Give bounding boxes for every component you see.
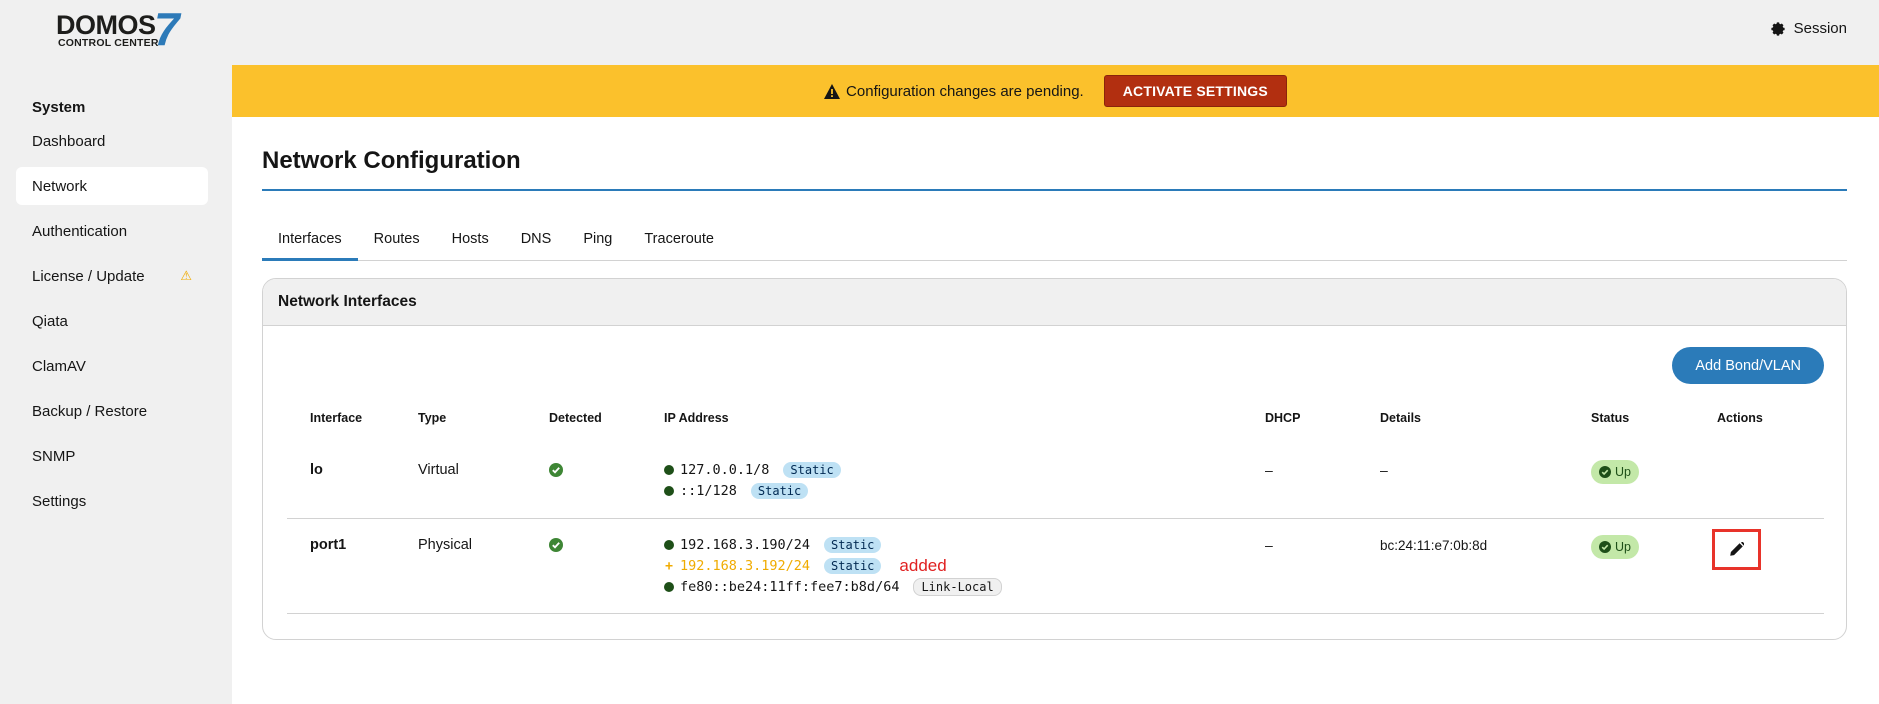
sidebar-nav: Dashboard Network Authentication License… [16, 122, 208, 527]
column-header-actions: Actions [1717, 411, 1763, 425]
details-value: – [1380, 462, 1388, 478]
gear-icon [1771, 21, 1785, 36]
activate-settings-button[interactable]: ACTIVATE SETTINGS [1103, 75, 1287, 107]
ip-address: 127.0.0.1/8 [680, 462, 770, 478]
ip-tag: Static [824, 537, 882, 553]
details-value: bc:24:11:e7:0b:8d [1380, 538, 1488, 553]
ip-address: 192.168.3.192/24 [680, 558, 811, 574]
plus-icon: + [665, 558, 673, 574]
column-header-dhcp: DHCP [1265, 411, 1301, 425]
warning-icon: ⚠ [180, 268, 192, 283]
status-dot [664, 486, 674, 496]
tab-bar: Interfaces Routes Hosts DNS Ping Tracero… [262, 225, 1847, 261]
sidebar-item-label: Settings [32, 492, 87, 510]
status-badge: Up [1591, 460, 1639, 484]
sidebar-item-settings[interactable]: Settings [16, 482, 208, 520]
ip-address: fe80::be24:11ff:fee7:b8d/64 [680, 579, 900, 595]
ip-address: 192.168.3.190/24 [680, 537, 811, 553]
add-bond-vlan-button[interactable]: Add Bond/VLAN [1672, 347, 1824, 384]
status-dot [664, 465, 674, 475]
tab-interfaces[interactable]: Interfaces [262, 225, 358, 261]
ip-tag: Static [783, 462, 841, 478]
ip-address-entry: 127.0.0.1/8 Static [664, 461, 841, 479]
tab-ping[interactable]: Ping [567, 225, 628, 261]
sidebar-item-network[interactable]: Network [16, 167, 208, 205]
status-dot [664, 540, 674, 550]
pending-changes-banner: Configuration changes are pending. ACTIV… [232, 65, 1879, 117]
column-header-interface: Interface [310, 411, 363, 425]
ip-tag: Static [750, 483, 809, 499]
warning-triangle-icon [824, 83, 841, 99]
column-header-status: Status [1591, 411, 1630, 425]
sidebar-item-label: Dashboard [32, 132, 106, 150]
sidebar-item-label: Backup / Restore [32, 402, 148, 420]
ip-tag: Link-Local [913, 578, 1002, 596]
ip-address-entry-pending: + 192.168.3.192/24 Static added [664, 556, 947, 575]
session-label: Session [1793, 20, 1847, 37]
sidebar-section-title: System [32, 99, 86, 116]
interface-name: port1 [310, 537, 347, 553]
logo-brand-part2: OS [117, 10, 157, 40]
sidebar-item-label: ClamAV [32, 357, 86, 375]
banner-text: Configuration changes are pending. [846, 82, 1084, 100]
check-circle-icon [1599, 466, 1611, 478]
card-title: Network Interfaces [263, 279, 1846, 326]
tab-traceroute[interactable]: Traceroute [628, 225, 730, 261]
check-circle-icon [549, 463, 563, 477]
title-divider [262, 189, 1847, 191]
ip-tag: Static [824, 558, 882, 574]
tab-routes[interactable]: Routes [358, 225, 436, 261]
column-header-detected: Detected [549, 411, 602, 425]
main-content: Configuration changes are pending. ACTIV… [232, 65, 1879, 704]
sidebar-item-qiata[interactable]: Qiata [16, 302, 208, 340]
sidebar-item-authentication[interactable]: Authentication [16, 212, 208, 250]
sidebar-item-dashboard[interactable]: Dashboard [16, 122, 208, 160]
added-annotation: added [899, 556, 947, 575]
ip-address-entry: 192.168.3.190/24 Static [664, 536, 882, 554]
status-badge: Up [1591, 535, 1639, 559]
status-label: Up [1615, 540, 1631, 554]
column-header-details: Details [1380, 411, 1421, 425]
sidebar-item-snmp[interactable]: SNMP [16, 437, 208, 475]
session-menu[interactable]: Session [1770, 20, 1847, 37]
row-divider [287, 613, 1824, 614]
status-label: Up [1615, 465, 1631, 479]
sidebar-item-clamav[interactable]: ClamAV [16, 347, 208, 385]
sidebar-item-backup-restore[interactable]: Backup / Restore [16, 392, 208, 430]
tab-hosts[interactable]: Hosts [436, 225, 505, 261]
column-header-ip-address: IP Address [664, 411, 729, 425]
column-header-type: Type [418, 411, 447, 425]
network-interfaces-card: Network Interfaces Add Bond/VLAN Interfa… [262, 278, 1847, 640]
interface-name: lo [310, 462, 323, 478]
page-title: Network Configuration [262, 147, 521, 174]
ip-address: ::1/128 [680, 483, 737, 499]
sidebar-item-label: Qiata [32, 312, 68, 330]
interface-type: Physical [418, 537, 472, 553]
status-dot [664, 582, 674, 592]
edit-interface-button[interactable] [1712, 529, 1761, 570]
sidebar-item-label: License / Update [32, 267, 145, 285]
check-circle-icon [1599, 541, 1611, 553]
dhcp-value: – [1265, 537, 1273, 553]
interface-type: Virtual [418, 462, 459, 478]
logo-brand-part1: DOM [56, 10, 118, 40]
dhcp-value: – [1265, 462, 1273, 478]
sidebar-item-license-update[interactable]: License / Update ⚠ [16, 257, 208, 295]
ip-address-entry: fe80::be24:11ff:fee7:b8d/64 Link-Local [664, 578, 1002, 596]
sidebar-item-label: Network [32, 177, 88, 195]
sidebar-item-label: SNMP [32, 447, 76, 465]
sidebar-item-label: Authentication [32, 222, 128, 240]
tab-dns[interactable]: DNS [505, 225, 568, 261]
logo-subtitle: CONTROL CENTER [58, 37, 159, 49]
pencil-icon [1730, 542, 1744, 556]
banner-message: Configuration changes are pending. [824, 83, 1084, 100]
app-logo: DOMOS 7 CONTROL CENTER [56, 6, 186, 52]
check-circle-icon [549, 538, 563, 552]
logo-wordmark: DOMOS [56, 10, 156, 40]
ip-address-entry: ::1/128 Static [664, 482, 809, 500]
row-divider [287, 518, 1824, 519]
